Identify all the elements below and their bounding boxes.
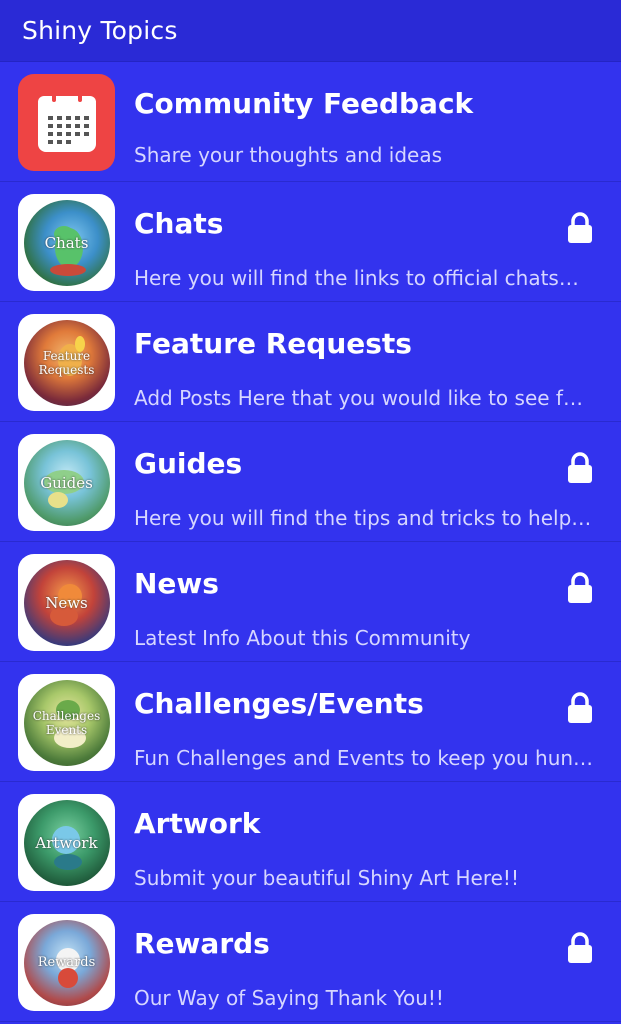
calendar-icon [18, 74, 115, 171]
topic-list: Community Feedback Share your thoughts a… [0, 62, 621, 1022]
topic-title: Guides [134, 447, 243, 480]
thumbnail-label: Guides [40, 473, 93, 492]
topic-title: Challenges/Events [134, 687, 424, 720]
topic-subtitle: Here you will find the links to official… [134, 266, 579, 290]
lock-icon [568, 692, 592, 723]
topic-subtitle: Our Way of Saying Thank You!! [134, 986, 444, 1010]
topic-row-guides[interactable]: Guides Guides Here you will find the tip… [0, 422, 621, 542]
topic-subtitle: Here you will find the tips and tricks t… [134, 506, 592, 530]
topic-row-artwork[interactable]: Artwork Artwork Submit your beautiful Sh… [0, 782, 621, 902]
thumbnail-label: Feature Requests [38, 348, 95, 377]
topic-thumbnail: Challenges Events [18, 674, 115, 771]
topic-thumbnail: Rewards [18, 914, 115, 1011]
topic-row-news[interactable]: News News Latest Info About this Communi… [0, 542, 621, 662]
thumbnail-label: Rewards [37, 954, 96, 970]
topic-thumbnail: News [18, 554, 115, 651]
topic-subtitle: Add Posts Here that you would like to se… [134, 386, 583, 410]
lock-icon [568, 452, 592, 483]
topic-title: Community Feedback [134, 87, 474, 120]
topic-title: Rewards [134, 927, 270, 960]
topic-thumbnail: Artwork [18, 794, 115, 891]
topic-title: News [134, 567, 219, 600]
topic-row-rewards[interactable]: Rewards Rewards Our Way of Saying Thank … [0, 902, 621, 1022]
thumbnail-label: Chats [44, 233, 89, 252]
topic-title: Feature Requests [134, 327, 412, 360]
page-title: Shiny Topics [22, 16, 178, 45]
topic-thumbnail: Feature Requests [18, 314, 115, 411]
topic-row-community-feedback[interactable]: Community Feedback Share your thoughts a… [0, 62, 621, 182]
topic-thumbnail: Chats [18, 194, 115, 291]
thumbnail-label: Artwork [35, 833, 98, 852]
lock-icon [568, 572, 592, 603]
topics-header: Shiny Topics [0, 0, 621, 62]
topic-subtitle: Latest Info About this Community [134, 626, 471, 650]
thumbnail-label: Challenges Events [32, 708, 101, 737]
lock-icon [568, 212, 592, 243]
topic-subtitle: Share your thoughts and ideas [134, 143, 443, 167]
topic-row-challenges-events[interactable]: Challenges Events Challenges/Events Fun … [0, 662, 621, 782]
thumbnail-label: News [45, 593, 88, 612]
topic-row-chats[interactable]: Chats Chats Here you will find the links… [0, 182, 621, 302]
lock-icon [568, 932, 592, 963]
topic-title: Artwork [134, 807, 261, 840]
topic-thumbnail: Guides [18, 434, 115, 531]
topic-title: Chats [134, 207, 224, 240]
topic-row-feature-requests[interactable]: Feature Requests Feature Requests Add Po… [0, 302, 621, 422]
topic-subtitle: Submit your beautiful Shiny Art Here!! [134, 866, 519, 890]
topic-subtitle: Fun Challenges and Events to keep you hu… [134, 746, 594, 770]
